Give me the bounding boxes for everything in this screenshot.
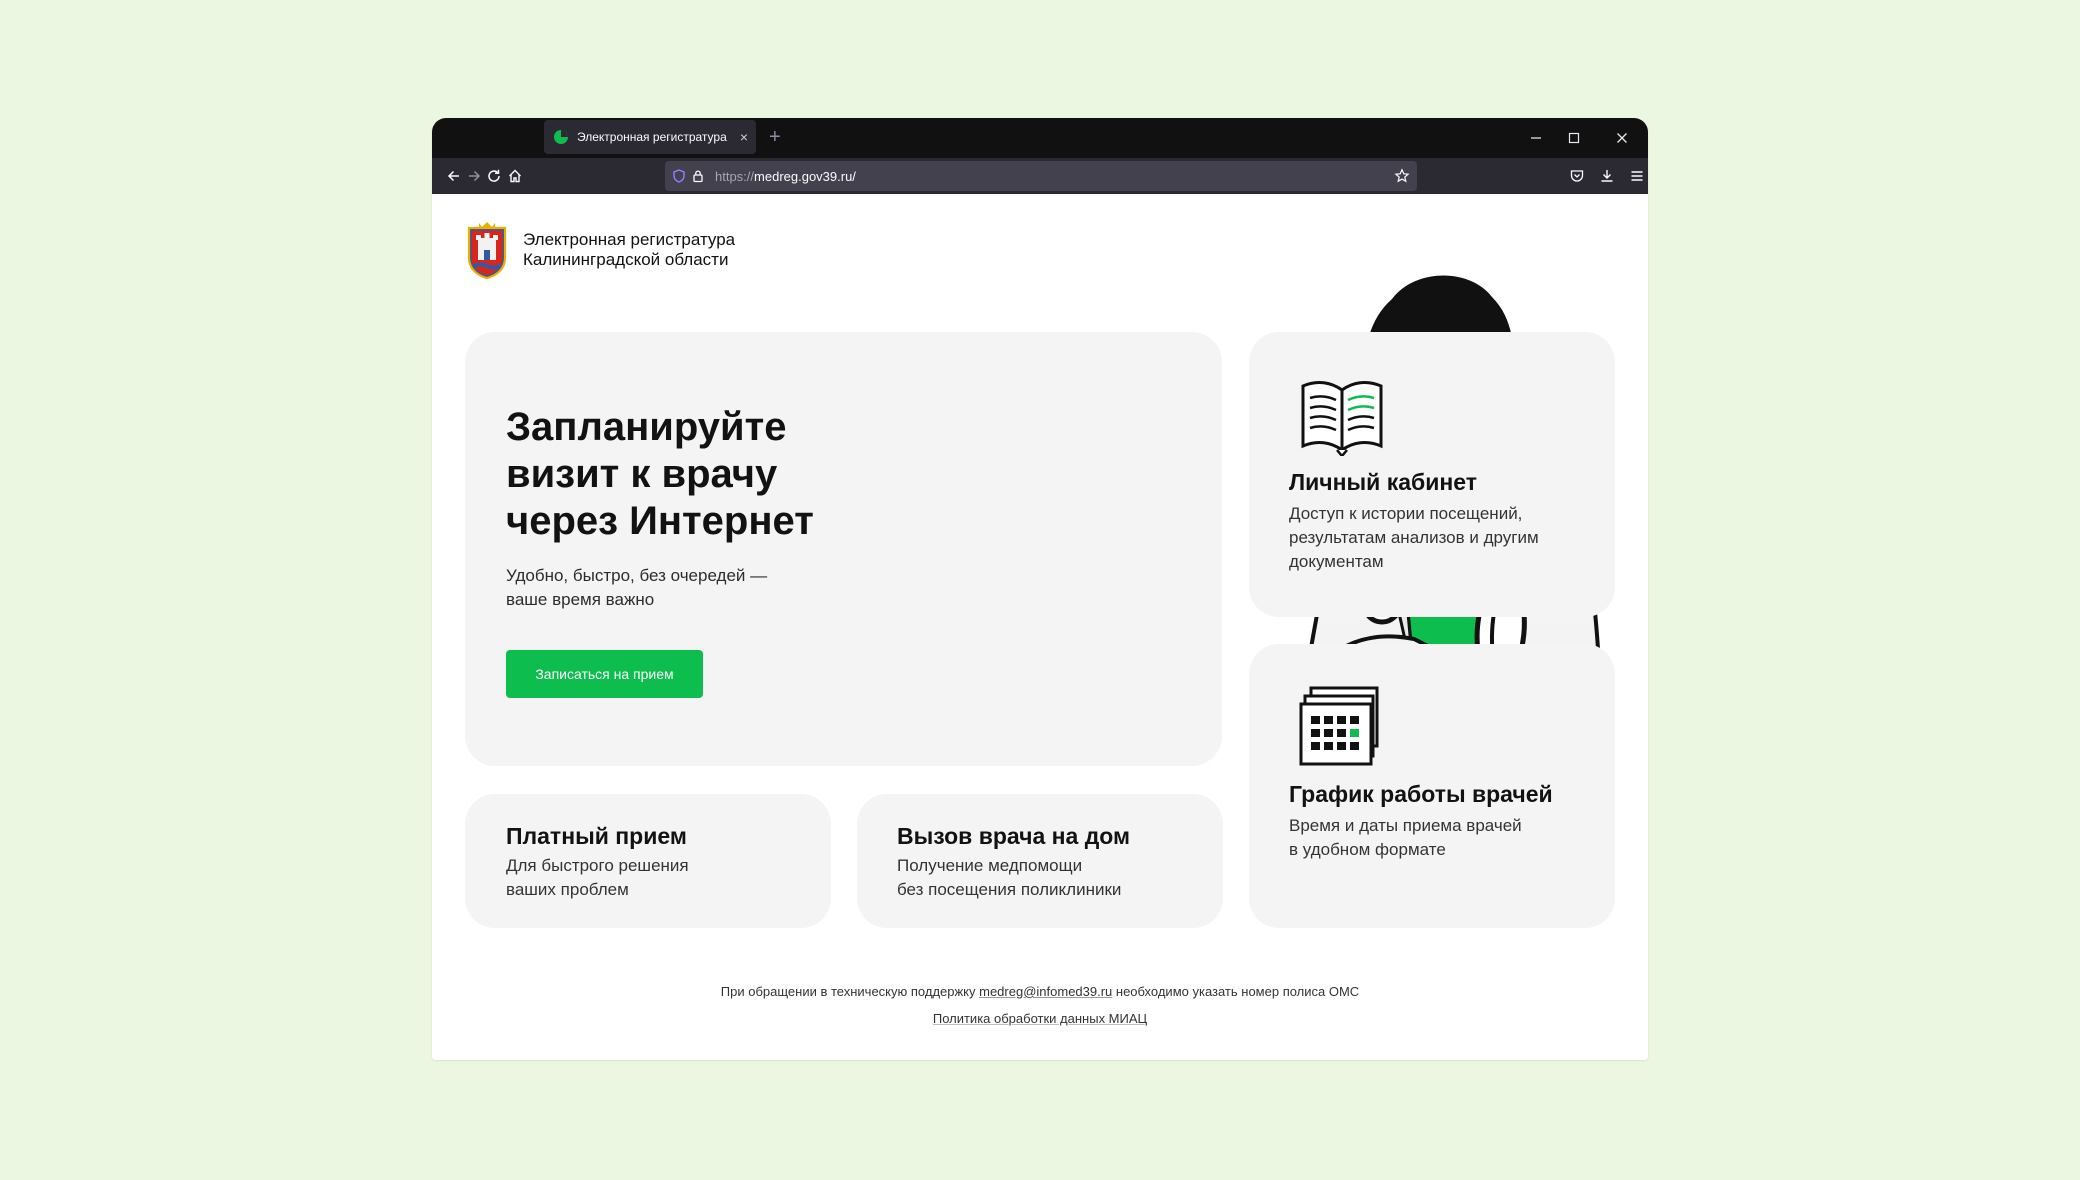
personal-account-line-1: Доступ к истории посещений,: [1289, 504, 1523, 523]
brand-line-1: Электронная регистратура: [523, 230, 736, 249]
personal-account-card[interactable]: Личный кабинет Доступ к истории посещени…: [1249, 332, 1615, 617]
downloads-button[interactable]: [1595, 164, 1619, 188]
coat-of-arms-logo[interactable]: [462, 220, 512, 280]
hero-subtitle-line-2: ваше время важно: [506, 590, 655, 609]
new-tab-button[interactable]: +: [769, 125, 781, 149]
hero-subtitle-line-1: Удобно, быстро, без очередей —: [506, 566, 768, 585]
personal-account-line-2: результатам анализов и другим: [1289, 528, 1539, 547]
browser-window: Электронная регистратура × + https://med…: [432, 118, 1648, 1060]
address-bar[interactable]: https://medreg.gov39.ru/: [665, 161, 1417, 191]
paid-appointment-line-2: ваших проблем: [506, 880, 629, 899]
pocket-icon: [1570, 170, 1584, 182]
navigation-toolbar: https://medreg.gov39.ru/: [432, 158, 1648, 194]
home-visit-description: Получение медпомощи без посещения поликл…: [897, 854, 1121, 902]
shield-icon: [673, 169, 685, 183]
download-icon: [1601, 170, 1613, 182]
hero-card: Запланируйте визит к врачу через Интерне…: [465, 332, 1222, 766]
page-content: Электронная регистратура Калининградской…: [432, 194, 1648, 1060]
pocket-button[interactable]: [1565, 164, 1589, 188]
maximize-button[interactable]: [1550, 118, 1598, 158]
close-window-button[interactable]: [1598, 118, 1646, 158]
maximize-icon: [1568, 132, 1580, 144]
home-icon: [509, 169, 521, 183]
url-text: https://medreg.gov39.ru/: [715, 169, 856, 184]
paid-appointment-line-1: Для быстрого решения: [506, 856, 689, 875]
tab-close-icon[interactable]: ×: [732, 129, 756, 145]
personal-account-line-3: документам: [1289, 552, 1384, 571]
home-visit-line-2: без посещения поликлиники: [897, 880, 1122, 899]
hero-title: Запланируйте визит к врачу через Интерне…: [506, 404, 866, 545]
brand-line-2: Калининградской области: [523, 250, 729, 269]
hero-title-line-1: Запланируйте: [506, 405, 787, 449]
lock-icon: [693, 170, 703, 183]
menu-button[interactable]: [1625, 164, 1648, 188]
hero-title-line-3: через Интернет: [506, 499, 814, 543]
policy-row: Политика обработки данных МИАЦ: [432, 1011, 1648, 1026]
home-visit-title: Вызов врача на дом: [897, 823, 1131, 849]
site-brand[interactable]: Электронная регистратура Калининградской…: [523, 230, 735, 270]
data-policy-link[interactable]: Политика обработки данных МИАЦ: [933, 1011, 1147, 1026]
open-book-icon: [1301, 381, 1383, 456]
doctor-schedule-line-2: в удобном формате: [1289, 840, 1446, 859]
support-prefix: При обращении в техническую поддержку: [720, 984, 980, 999]
home-visit-line-1: Получение медпомощи: [897, 856, 1083, 875]
arrow-left-icon: [447, 170, 459, 182]
site-favicon-icon: [554, 130, 568, 144]
tab-title: Электронная регистратура: [577, 130, 727, 144]
personal-account-description: Доступ к истории посещений, результатам …: [1289, 502, 1539, 574]
arrow-right-icon: [469, 170, 481, 182]
close-icon: [1617, 133, 1627, 143]
doctor-schedule-title: График работы врачей: [1289, 781, 1553, 807]
paid-appointment-description: Для быстрого решения ваших проблем: [506, 854, 689, 902]
paid-appointment-title: Платный прием: [506, 823, 687, 849]
paid-appointment-card[interactable]: Платный прием Для быстрого решения ваших…: [465, 794, 831, 928]
calendar-icon: [1299, 686, 1379, 766]
reload-icon: [488, 169, 500, 182]
doctor-schedule-line-1: Время и даты приема врачей: [1289, 816, 1522, 835]
book-appointment-button[interactable]: Записаться на прием: [506, 650, 703, 698]
home-visit-card[interactable]: Вызов врача на дом Получение медпомощи б…: [857, 794, 1223, 928]
url-scheme: https://: [715, 168, 755, 184]
doctor-schedule-card[interactable]: График работы врачей Время и даты приема…: [1249, 644, 1615, 928]
support-suffix: необходимо указать номер полиса ОМС: [1112, 984, 1360, 999]
home-button[interactable]: [503, 164, 527, 188]
hero-subtitle: Удобно, быстро, без очередей — ваше врем…: [506, 564, 836, 612]
hero-title-line-2: визит к врачу: [506, 452, 778, 496]
minimize-icon: [1531, 137, 1541, 139]
hamburger-menu-icon: [1631, 171, 1643, 181]
support-notice: При обращении в техническую поддержку me…: [432, 984, 1648, 999]
tab-bar: Электронная регистратура × +: [432, 118, 1648, 158]
doctor-schedule-description: Время и даты приема врачей в удобном фор…: [1289, 814, 1522, 862]
url-host: medreg.gov39.ru/: [754, 168, 856, 184]
support-email-link[interactable]: medreg@infomed39.ru: [979, 984, 1112, 999]
bookmark-star-icon[interactable]: [1394, 168, 1410, 184]
personal-account-title: Личный кабинет: [1289, 469, 1477, 495]
tab-medreg[interactable]: Электронная регистратура ×: [544, 120, 756, 154]
